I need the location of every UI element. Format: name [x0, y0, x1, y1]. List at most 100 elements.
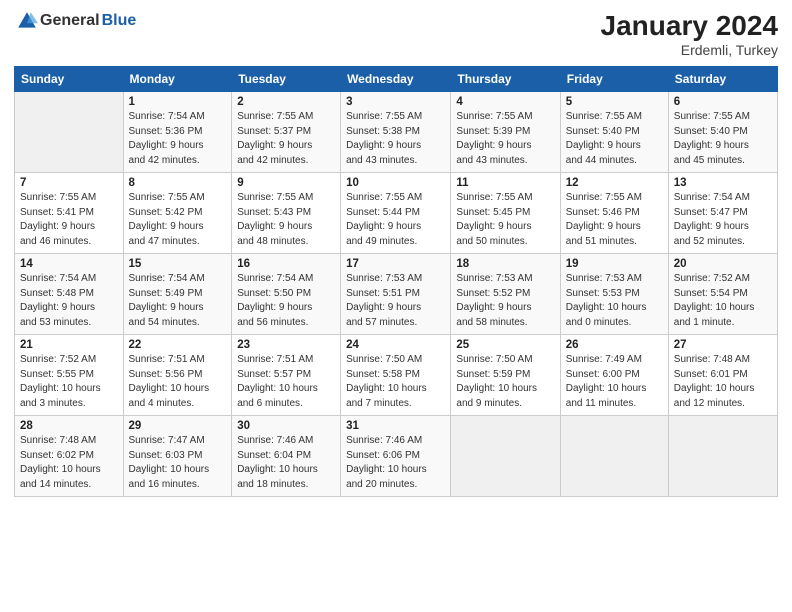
calendar-cell: 25Sunrise: 7:50 AMSunset: 5:59 PMDayligh… — [451, 335, 560, 416]
day-info: Sunrise: 7:53 AMSunset: 5:52 PMDaylight:… — [456, 272, 554, 330]
day-info: Sunrise: 7:50 AMSunset: 5:59 PMDaylight:… — [456, 353, 554, 411]
day-number: 9 — [237, 177, 335, 189]
day-number: 20 — [674, 258, 772, 270]
day-number: 23 — [237, 339, 335, 351]
calendar-cell: 13Sunrise: 7:54 AMSunset: 5:47 PMDayligh… — [668, 173, 777, 254]
calendar-cell — [668, 416, 777, 497]
calendar-cell: 15 Sunrise: 7:54 AMSunset: 5:49 PMDayligh… — [123, 254, 232, 335]
calendar-cell: 28 Sunrise: 7:48 AMSunset: 6:02 PMDayligh… — [15, 416, 124, 497]
main-title: January 2024 — [601, 10, 778, 42]
calendar-cell: 17 Sunrise: 7:53 AMSunset: 5:51 PMDayligh… — [341, 254, 451, 335]
calendar-day-header: Tuesday — [232, 67, 341, 92]
calendar-cell: 6 Sunrise: 7:55 AMSunset: 5:40 PMDaylight… — [668, 92, 777, 173]
calendar-cell — [451, 416, 560, 497]
day-info: Sunrise: 7:55 AMSunset: 5:46 PMDaylight:… — [566, 191, 663, 249]
day-number: 16 — [237, 258, 335, 270]
day-info: Sunrise: 7:52 AMSunset: 5:55 PMDaylight:… — [20, 353, 118, 411]
day-number: 13 — [674, 177, 772, 189]
day-number: 10 — [346, 177, 445, 189]
calendar-cell: 10Sunrise: 7:55 AMSunset: 5:44 PMDayligh… — [341, 173, 451, 254]
day-number: 17 — [346, 258, 445, 270]
day-info: Sunrise: 7:53 AMSunset: 5:51 PMDaylight:… — [346, 272, 445, 330]
day-info: Sunrise: 7:55 AMSunset: 5:40 PMDaylight:… — [566, 110, 663, 168]
calendar-cell: 27 Sunrise: 7:48 AMSunset: 6:01 PMDayligh… — [668, 335, 777, 416]
calendar-cell: 5Sunrise: 7:55 AMSunset: 5:40 PMDaylight… — [560, 92, 668, 173]
calendar-day-header: Wednesday — [341, 67, 451, 92]
day-number: 4 — [456, 96, 554, 108]
day-number: 24 — [346, 339, 445, 351]
calendar-week-row: 1 Sunrise: 7:54 AMSunset: 5:36 PMDaylight… — [15, 92, 778, 173]
page: General Blue January 2024 Erdemli, Turke… — [0, 0, 792, 612]
calendar-week-row: 28 Sunrise: 7:48 AMSunset: 6:02 PMDayligh… — [15, 416, 778, 497]
logo: General Blue — [14, 10, 136, 32]
day-number: 19 — [566, 258, 663, 270]
day-info: Sunrise: 7:55 AMSunset: 5:43 PMDaylight:… — [237, 191, 335, 249]
calendar-cell: 1 Sunrise: 7:54 AMSunset: 5:36 PMDaylight… — [123, 92, 232, 173]
day-info: Sunrise: 7:55 AMSunset: 5:41 PMDaylight:… — [20, 191, 118, 249]
day-info: Sunrise: 7:48 AMSunset: 6:02 PMDaylight:… — [20, 434, 118, 492]
day-number: 27 — [674, 339, 772, 351]
day-number: 28 — [20, 420, 118, 432]
calendar-cell: 11 Sunrise: 7:55 AMSunset: 5:45 PMDayligh… — [451, 173, 560, 254]
day-info: Sunrise: 7:55 AMSunset: 5:39 PMDaylight:… — [456, 110, 554, 168]
calendar-day-header: Thursday — [451, 67, 560, 92]
calendar-cell — [15, 92, 124, 173]
calendar-cell: 14Sunrise: 7:54 AMSunset: 5:48 PMDayligh… — [15, 254, 124, 335]
calendar-cell: 31Sunrise: 7:46 AMSunset: 6:06 PMDayligh… — [341, 416, 451, 497]
calendar-table: SundayMondayTuesdayWednesdayThursdayFrid… — [14, 66, 778, 497]
day-info: Sunrise: 7:54 AMSunset: 5:50 PMDaylight:… — [237, 272, 335, 330]
day-info: Sunrise: 7:54 AMSunset: 5:36 PMDaylight:… — [129, 110, 227, 168]
day-info: Sunrise: 7:55 AMSunset: 5:45 PMDaylight:… — [456, 191, 554, 249]
day-number: 15 — [129, 258, 227, 270]
calendar-cell: 9 Sunrise: 7:55 AMSunset: 5:43 PMDaylight… — [232, 173, 341, 254]
calendar-cell — [560, 416, 668, 497]
day-info: Sunrise: 7:54 AMSunset: 5:49 PMDaylight:… — [129, 272, 227, 330]
day-info: Sunrise: 7:49 AMSunset: 6:00 PMDaylight:… — [566, 353, 663, 411]
day-number: 29 — [129, 420, 227, 432]
logo-icon — [16, 10, 38, 32]
day-info: Sunrise: 7:55 AMSunset: 5:40 PMDaylight:… — [674, 110, 772, 168]
header: General Blue January 2024 Erdemli, Turke… — [14, 10, 778, 58]
day-number: 26 — [566, 339, 663, 351]
calendar-week-row: 14Sunrise: 7:54 AMSunset: 5:48 PMDayligh… — [15, 254, 778, 335]
calendar-cell: 8 Sunrise: 7:55 AMSunset: 5:42 PMDaylight… — [123, 173, 232, 254]
day-info: Sunrise: 7:55 AMSunset: 5:37 PMDaylight:… — [237, 110, 335, 168]
day-number: 2 — [237, 96, 335, 108]
calendar-day-header: Friday — [560, 67, 668, 92]
day-number: 31 — [346, 420, 445, 432]
day-info: Sunrise: 7:46 AMSunset: 6:04 PMDaylight:… — [237, 434, 335, 492]
day-number: 30 — [237, 420, 335, 432]
day-number: 18 — [456, 258, 554, 270]
calendar-cell: 4 Sunrise: 7:55 AMSunset: 5:39 PMDaylight… — [451, 92, 560, 173]
day-number: 11 — [456, 177, 554, 189]
day-info: Sunrise: 7:51 AMSunset: 5:56 PMDaylight:… — [129, 353, 227, 411]
day-info: Sunrise: 7:47 AMSunset: 6:03 PMDaylight:… — [129, 434, 227, 492]
calendar-day-header: Sunday — [15, 67, 124, 92]
day-info: Sunrise: 7:55 AMSunset: 5:42 PMDaylight:… — [129, 191, 227, 249]
day-number: 8 — [129, 177, 227, 189]
day-info: Sunrise: 7:51 AMSunset: 5:57 PMDaylight:… — [237, 353, 335, 411]
calendar-cell: 7 Sunrise: 7:55 AMSunset: 5:41 PMDaylight… — [15, 173, 124, 254]
calendar-day-header: Monday — [123, 67, 232, 92]
calendar-cell: 3 Sunrise: 7:55 AMSunset: 5:38 PMDaylight… — [341, 92, 451, 173]
calendar-cell: 19Sunrise: 7:53 AMSunset: 5:53 PMDayligh… — [560, 254, 668, 335]
day-number: 6 — [674, 96, 772, 108]
day-info: Sunrise: 7:48 AMSunset: 6:01 PMDaylight:… — [674, 353, 772, 411]
day-number: 1 — [129, 96, 227, 108]
subtitle: Erdemli, Turkey — [601, 42, 778, 58]
title-block: January 2024 Erdemli, Turkey — [601, 10, 778, 58]
calendar-day-header: Saturday — [668, 67, 777, 92]
day-info: Sunrise: 7:55 AMSunset: 5:38 PMDaylight:… — [346, 110, 445, 168]
calendar-cell: 16 Sunrise: 7:54 AMSunset: 5:50 PMDayligh… — [232, 254, 341, 335]
day-number: 14 — [20, 258, 118, 270]
calendar-cell: 30 Sunrise: 7:46 AMSunset: 6:04 PMDayligh… — [232, 416, 341, 497]
calendar-cell: 2 Sunrise: 7:55 AMSunset: 5:37 PMDaylight… — [232, 92, 341, 173]
calendar-cell: 18 Sunrise: 7:53 AMSunset: 5:52 PMDayligh… — [451, 254, 560, 335]
day-number: 3 — [346, 96, 445, 108]
day-info: Sunrise: 7:52 AMSunset: 5:54 PMDaylight:… — [674, 272, 772, 330]
day-info: Sunrise: 7:50 AMSunset: 5:58 PMDaylight:… — [346, 353, 445, 411]
calendar-cell: 20 Sunrise: 7:52 AMSunset: 5:54 PMDayligh… — [668, 254, 777, 335]
calendar-cell: 21Sunrise: 7:52 AMSunset: 5:55 PMDayligh… — [15, 335, 124, 416]
calendar-week-row: 21Sunrise: 7:52 AMSunset: 5:55 PMDayligh… — [15, 335, 778, 416]
day-number: 7 — [20, 177, 118, 189]
